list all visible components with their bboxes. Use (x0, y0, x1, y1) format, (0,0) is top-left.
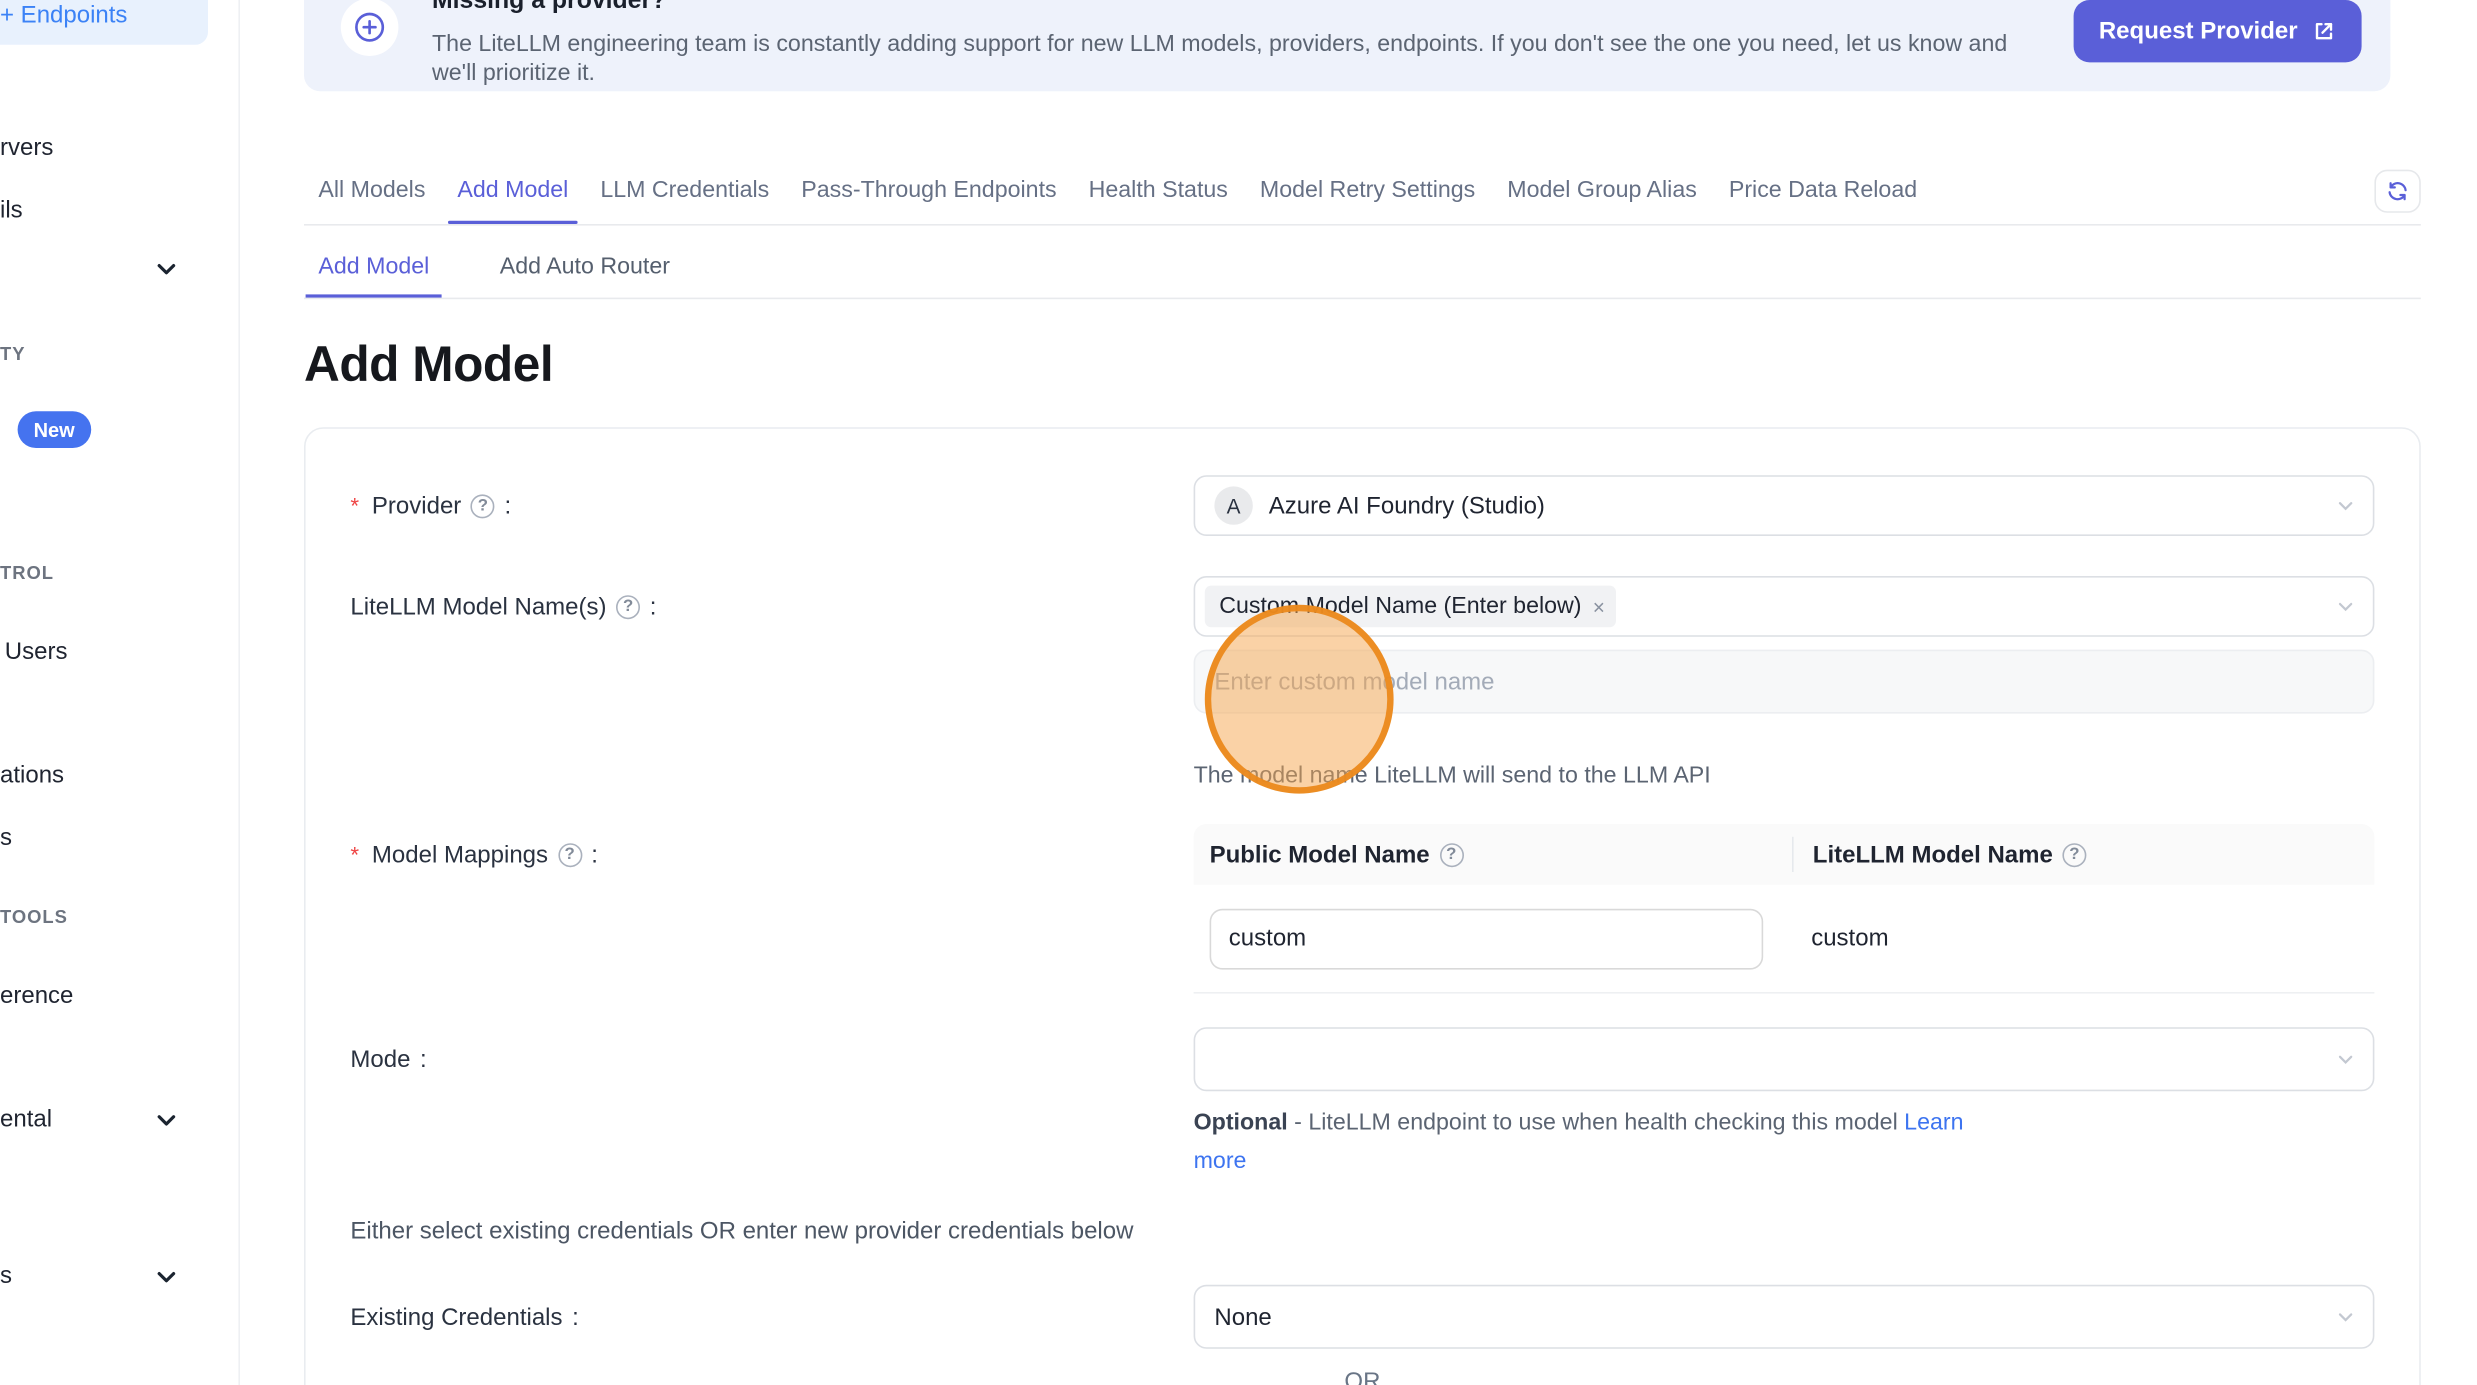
tab-llm-credentials[interactable]: LLM Credentials (591, 176, 779, 206)
add-model-form-card: * Provider ? : A Azure AI Foundry (Studi… (304, 427, 2421, 1385)
tab-health-status[interactable]: Health Status (1079, 176, 1238, 206)
main-content: Missing a provider? The LiteLLM engineer… (304, 0, 2421, 1385)
help-icon[interactable]: ? (558, 842, 582, 866)
sidebar-section-trol: TROL (0, 565, 54, 584)
chevron-down-icon (2336, 1050, 2355, 1069)
label-colon: : (650, 593, 657, 620)
model-mappings-table: Public Model Name ? LiteLLM Model Name ? (1194, 824, 2375, 994)
existing-credentials-select[interactable]: None (1194, 1285, 2375, 1349)
existing-credentials-value: None (1214, 1303, 1271, 1330)
sidebar-item-endpoints-label: + Endpoints (0, 2, 127, 29)
external-link-icon (2312, 19, 2336, 43)
help-icon[interactable]: ? (471, 494, 495, 518)
label-colon: : (572, 1303, 579, 1330)
provider-avatar: A (1214, 486, 1252, 524)
request-provider-label: Request Provider (2099, 18, 2298, 45)
tab-model-group-alias[interactable]: Model Group Alias (1498, 176, 1707, 206)
model-mappings-row: * Model Mappings ? : Public Model Name ? (350, 824, 2374, 994)
sidebar-item-endpoints[interactable]: + Endpoints (0, 0, 208, 45)
chevron-down-icon (2336, 1307, 2355, 1326)
sidebar-item-experimental[interactable]: ental (0, 1106, 52, 1133)
sidebar-item-servers[interactable]: rvers (0, 134, 53, 161)
subtab-add-auto-router[interactable]: Add Auto Router (487, 253, 683, 283)
sidebar-item-users[interactable]: Users (5, 638, 68, 665)
sidebar-item-reference[interactable]: erence (0, 982, 73, 1009)
add-model-sub-tabs: Add Model Add Auto Router (304, 253, 2421, 299)
model-name-hint: The model name LiteLLM will send to the … (1194, 762, 2375, 791)
banner-text: Missing a provider? The LiteLLM engineer… (432, 0, 2051, 88)
sidebar-item-guardrails[interactable]: ils (0, 197, 23, 224)
models-tab-bar: All Models Add Model LLM Credentials Pas… (304, 176, 2421, 226)
mappings-data-row: custom (1194, 885, 2375, 994)
refresh-button[interactable] (2374, 170, 2420, 213)
page-title: Add Model (304, 333, 553, 397)
sidebar-section-tools: TOOLS (0, 909, 68, 928)
model-mappings-label: * Model Mappings ? : (350, 824, 1193, 885)
selected-model-tag: Custom Model Name (Enter below) × (1205, 586, 1616, 628)
tab-model-retry-settings[interactable]: Model Retry Settings (1250, 176, 1485, 206)
litellm-model-name-value: custom (1811, 925, 1888, 952)
column-divider (1792, 837, 1794, 872)
label-colon: : (591, 841, 598, 868)
help-icon[interactable]: ? (616, 594, 640, 618)
provider-select[interactable]: A Azure AI Foundry (Studio) (1194, 475, 2375, 536)
label-colon: : (505, 492, 512, 519)
tab-price-data-reload[interactable]: Price Data Reload (1719, 176, 1926, 206)
model-names-row: LiteLLM Model Name(s) ? : Custom Model N… (350, 576, 2374, 790)
litellm-model-name-header: LiteLLM Model Name ? (1813, 841, 2375, 868)
mode-help-text: Optional - LiteLLM endpoint to use when … (1194, 1104, 2013, 1181)
chevron-down-icon (2336, 496, 2355, 515)
tab-pass-through-endpoints[interactable]: Pass-Through Endpoints (792, 176, 1067, 206)
sidebar-item-teams[interactable]: s (0, 824, 12, 851)
tab-all-models[interactable]: All Models (309, 176, 435, 206)
chevron-down-icon[interactable] (154, 1264, 180, 1290)
provider-value: Azure AI Foundry (Studio) (1269, 492, 1545, 519)
sidebar-item-organizations[interactable]: ations (0, 762, 64, 789)
mode-select[interactable] (1194, 1027, 2375, 1091)
subtab-add-model[interactable]: Add Model (306, 253, 443, 283)
custom-model-name-input[interactable] (1194, 650, 2375, 714)
chevron-down-icon[interactable] (154, 256, 180, 282)
label-colon: : (420, 1046, 427, 1073)
screen: + Endpoints rvers ils TY New TROL Users … (0, 0, 2477, 1385)
help-icon[interactable]: ? (1439, 842, 1463, 866)
provider-label: * Provider ? : (350, 475, 1193, 536)
request-provider-button[interactable]: Request Provider (2073, 0, 2361, 62)
existing-credentials-row: Existing Credentials : None (350, 1285, 2374, 1349)
public-model-name-input[interactable] (1210, 908, 1764, 969)
app-viewport: + Endpoints rvers ils TY New TROL Users … (0, 0, 2477, 1385)
sidebar-item-settings[interactable]: s (0, 1262, 12, 1289)
mappings-header-row: Public Model Name ? LiteLLM Model Name ? (1194, 824, 2375, 885)
required-mark: * (350, 493, 359, 519)
required-mark: * (350, 842, 359, 868)
banner-description: The LiteLLM engineering team is constant… (432, 30, 2051, 88)
credentials-note: Either select existing credentials OR en… (350, 1218, 2374, 1245)
sidebar: + Endpoints rvers ils TY New TROL Users … (0, 0, 240, 1385)
refresh-icon (2386, 179, 2410, 203)
new-badge: New (18, 411, 91, 448)
plus-circle-icon (341, 0, 399, 56)
public-model-name-header: Public Model Name ? (1194, 841, 1792, 868)
model-names-select[interactable]: Custom Model Name (Enter below) × (1194, 576, 2375, 637)
chevron-down-icon[interactable] (154, 1107, 180, 1133)
existing-credentials-label: Existing Credentials : (350, 1285, 1193, 1349)
remove-tag-icon[interactable]: × (1593, 594, 1605, 618)
chevron-down-icon (2336, 597, 2355, 616)
mode-label: Mode : (350, 1027, 1193, 1091)
help-icon[interactable]: ? (2062, 842, 2086, 866)
provider-row: * Provider ? : A Azure AI Foundry (Studi… (350, 475, 2374, 536)
banner-title: Missing a provider? (432, 0, 2051, 16)
optional-label: Optional (1194, 1110, 1288, 1136)
model-names-label: LiteLLM Model Name(s) ? : (350, 576, 1193, 637)
mode-row: Mode : Optional - LiteLLM endpoint to us… (350, 1027, 2374, 1181)
tab-add-model[interactable]: Add Model (448, 176, 578, 206)
or-divider: OR (350, 1368, 2374, 1385)
missing-provider-banner: Missing a provider? The LiteLLM engineer… (304, 0, 2390, 91)
sidebar-section-ty: TY (0, 346, 25, 365)
